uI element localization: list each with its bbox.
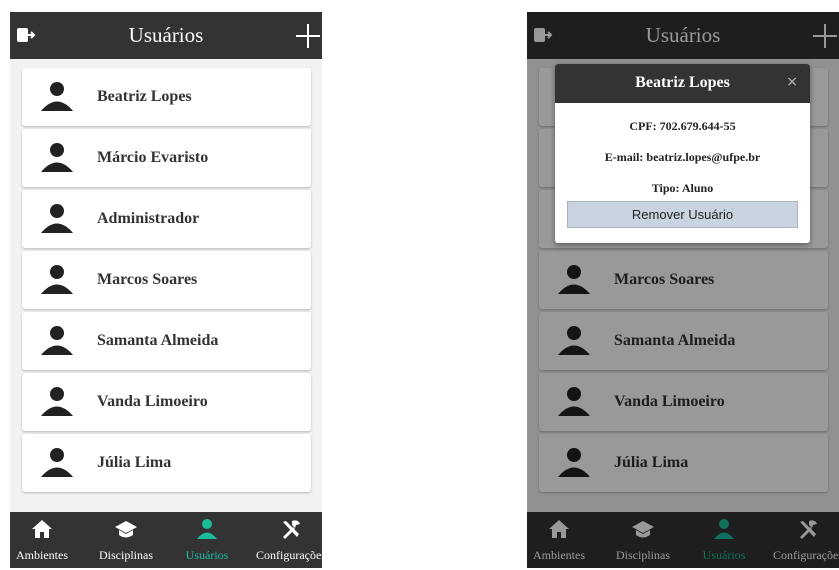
person-icon (41, 387, 73, 416)
user-card[interactable]: Júlia Lima (22, 434, 311, 492)
nav-label: Usuários (185, 548, 229, 562)
user-name: Administrador (97, 210, 200, 227)
add-user-button[interactable] (296, 24, 320, 48)
user-card[interactable]: Beatriz Lopes (22, 68, 311, 126)
page-title: Usuários (128, 23, 204, 47)
nav-item-configuracoes[interactable]: Configurações (246, 512, 322, 568)
nav-item-disciplinas[interactable]: Disciplinas (88, 512, 164, 568)
user-card[interactable]: Administrador (22, 190, 311, 248)
user-type: Tipo: Aluno (651, 181, 714, 195)
user-details-modal: Beatriz Lopes × CPF: 702.679.644-55 E-ma… (555, 64, 810, 243)
user-name: Marcos Soares (97, 271, 198, 288)
user-cpf: CPF: 702.679.644-55 (629, 119, 736, 133)
remove-user-button[interactable]: Remover Usuário (567, 201, 798, 228)
nav-item-usuarios[interactable]: Usuários (176, 512, 238, 568)
person-icon (41, 265, 73, 294)
top-bar: Usuários (10, 12, 322, 59)
person-icon (41, 326, 73, 355)
person-icon (41, 82, 73, 111)
user-card[interactable]: Samanta Almeida (22, 312, 311, 370)
modal-title: Beatriz Lopes (635, 74, 730, 91)
tools-icon (283, 520, 300, 539)
users-screen: Usuários Beatriz Lopes Márcio Evaristo A… (10, 12, 322, 568)
bottom-nav: Ambientes Disciplinas Usuários Configura… (10, 512, 322, 568)
person-icon (41, 448, 73, 477)
nav-item-ambientes[interactable]: Ambientes (10, 512, 74, 568)
user-card[interactable]: Vanda Limoeiro (22, 373, 311, 431)
modal-header: Beatriz Lopes × (555, 64, 810, 103)
user-list: Beatriz Lopes Márcio Evaristo Administra… (22, 68, 311, 495)
nav-label: Disciplinas (99, 548, 153, 562)
home-icon (32, 520, 52, 538)
user-name: Beatriz Lopes (97, 88, 192, 105)
user-icon (197, 519, 217, 539)
users-screen-modal: Usuários Beatriz Lopes Márcio Evaristo A… (527, 12, 839, 568)
user-card[interactable]: Márcio Evaristo (22, 129, 311, 187)
graduation-cap-icon (115, 521, 137, 538)
user-name: Samanta Almeida (97, 332, 219, 349)
user-name: Márcio Evaristo (97, 149, 209, 166)
person-icon (41, 143, 73, 172)
person-icon (41, 204, 73, 233)
close-icon[interactable]: × (786, 74, 798, 90)
nav-label: Configurações (256, 548, 322, 562)
user-name: Vanda Limoeiro (97, 393, 208, 410)
user-card[interactable]: Marcos Soares (22, 251, 311, 309)
user-name: Júlia Lima (97, 454, 172, 471)
nav-label: Ambientes (16, 548, 68, 562)
user-email: E-mail: beatriz.lopes@ufpe.br (604, 150, 761, 164)
